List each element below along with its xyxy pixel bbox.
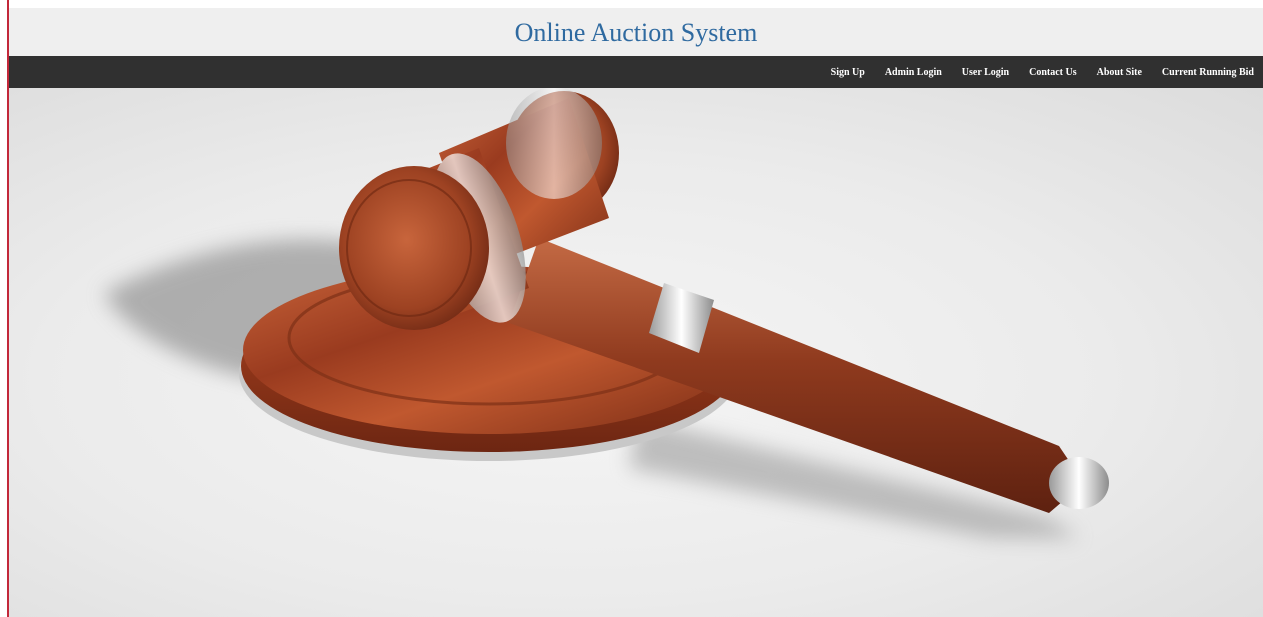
nav-about-site-link[interactable]: About Site	[1097, 67, 1142, 78]
left-border-rule	[7, 0, 9, 617]
nav-admin-login-link[interactable]: Admin Login	[885, 67, 942, 78]
nav-current-running-bid-link[interactable]: Current Running Bid	[1162, 67, 1254, 78]
site-title: Online Auction System	[514, 18, 758, 47]
page: Online Auction System Sign Up Admin Logi…	[0, 0, 1263, 617]
gavel-image	[104, 88, 1109, 538]
nav-user-login-link[interactable]: User Login	[962, 67, 1009, 78]
site-header: Online Auction System	[9, 8, 1263, 56]
nav-sign-up-link[interactable]: Sign Up	[831, 67, 865, 78]
hero-banner	[9, 88, 1263, 617]
nav-contact-us-link[interactable]: Contact Us	[1029, 67, 1077, 78]
top-navbar: Sign Up Admin Login User Login Contact U…	[9, 56, 1263, 88]
